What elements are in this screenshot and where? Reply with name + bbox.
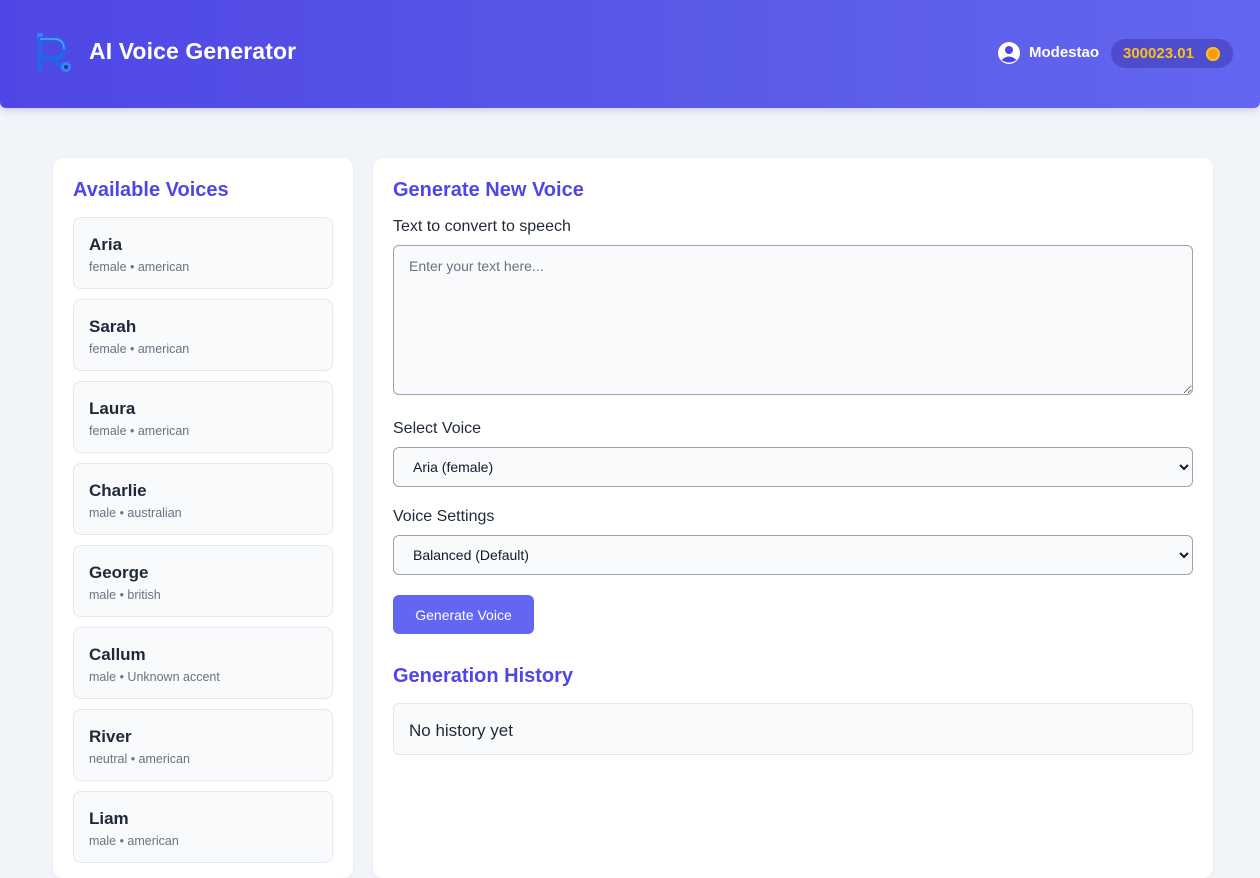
voice-settings-select[interactable]: Balanced (Default) bbox=[393, 535, 1193, 575]
app-title: AI Voice Generator bbox=[89, 38, 297, 64]
voice-meta: neutral • american bbox=[89, 752, 190, 766]
voice-meta: female • american bbox=[89, 424, 190, 438]
voice-card-aria[interactable]: Aria female • american bbox=[73, 217, 333, 289]
voice-card-sarah[interactable]: Sarah female • american bbox=[73, 299, 333, 371]
voice-meta: male • Unknown accent bbox=[89, 670, 220, 684]
voice-name: River bbox=[89, 727, 132, 746]
coin-icon bbox=[1206, 47, 1220, 61]
voice-select-label: Select Voice bbox=[393, 420, 482, 437]
voice-meta: female • american bbox=[89, 342, 190, 356]
voice-card-laura[interactable]: Laura female • american bbox=[73, 381, 333, 453]
app-header: AI Voice Generator Modestao 300023.01 bbox=[0, 0, 1260, 108]
voice-name: George bbox=[89, 563, 149, 582]
voice-name: Charlie bbox=[89, 481, 147, 500]
voice-meta: male • british bbox=[89, 588, 161, 602]
generator-panel: Generate New Voice Text to convert to sp… bbox=[373, 158, 1213, 878]
voices-title: Available Voices bbox=[73, 179, 229, 201]
voices-panel: Available Voices Aria female • american … bbox=[53, 158, 353, 878]
voice-name: Sarah bbox=[89, 317, 137, 336]
generate-voice-button[interactable]: Generate Voice bbox=[393, 595, 534, 634]
voice-name: Callum bbox=[89, 645, 146, 664]
voice-name: Liam bbox=[89, 809, 129, 828]
history-list: No history yet bbox=[393, 703, 1193, 755]
voice-card-liam[interactable]: Liam male • american bbox=[73, 791, 333, 863]
balance-badge[interactable]: 300023.01 bbox=[1111, 39, 1233, 68]
voice-settings-label: Voice Settings bbox=[393, 508, 495, 525]
voice-meta: male • american bbox=[89, 834, 179, 848]
history-title: Generation History bbox=[393, 665, 574, 687]
voice-name: Laura bbox=[89, 399, 136, 418]
voice-card-callum[interactable]: Callum male • Unknown accent bbox=[73, 627, 333, 699]
text-field-label: Text to convert to speech bbox=[393, 218, 571, 235]
generator-title: Generate New Voice bbox=[393, 179, 584, 201]
speech-text-input[interactable] bbox=[393, 245, 1193, 395]
voice-card-river[interactable]: River neutral • american bbox=[73, 709, 333, 781]
voice-card-charlie[interactable]: Charlie male • australian bbox=[73, 463, 333, 535]
voice-meta: male • australian bbox=[89, 506, 182, 520]
history-empty-text: No history yet bbox=[409, 721, 513, 740]
voice-card-george[interactable]: George male • british bbox=[73, 545, 333, 617]
robot-r-logo-icon[interactable] bbox=[34, 31, 74, 73]
user-circle-icon[interactable] bbox=[997, 41, 1021, 65]
voice-meta: female • american bbox=[89, 260, 190, 274]
voice-name: Aria bbox=[89, 235, 123, 254]
username[interactable]: Modestao bbox=[1029, 44, 1099, 61]
balance-value: 300023.01 bbox=[1123, 45, 1194, 62]
voice-select[interactable]: Aria (female) bbox=[393, 447, 1193, 487]
